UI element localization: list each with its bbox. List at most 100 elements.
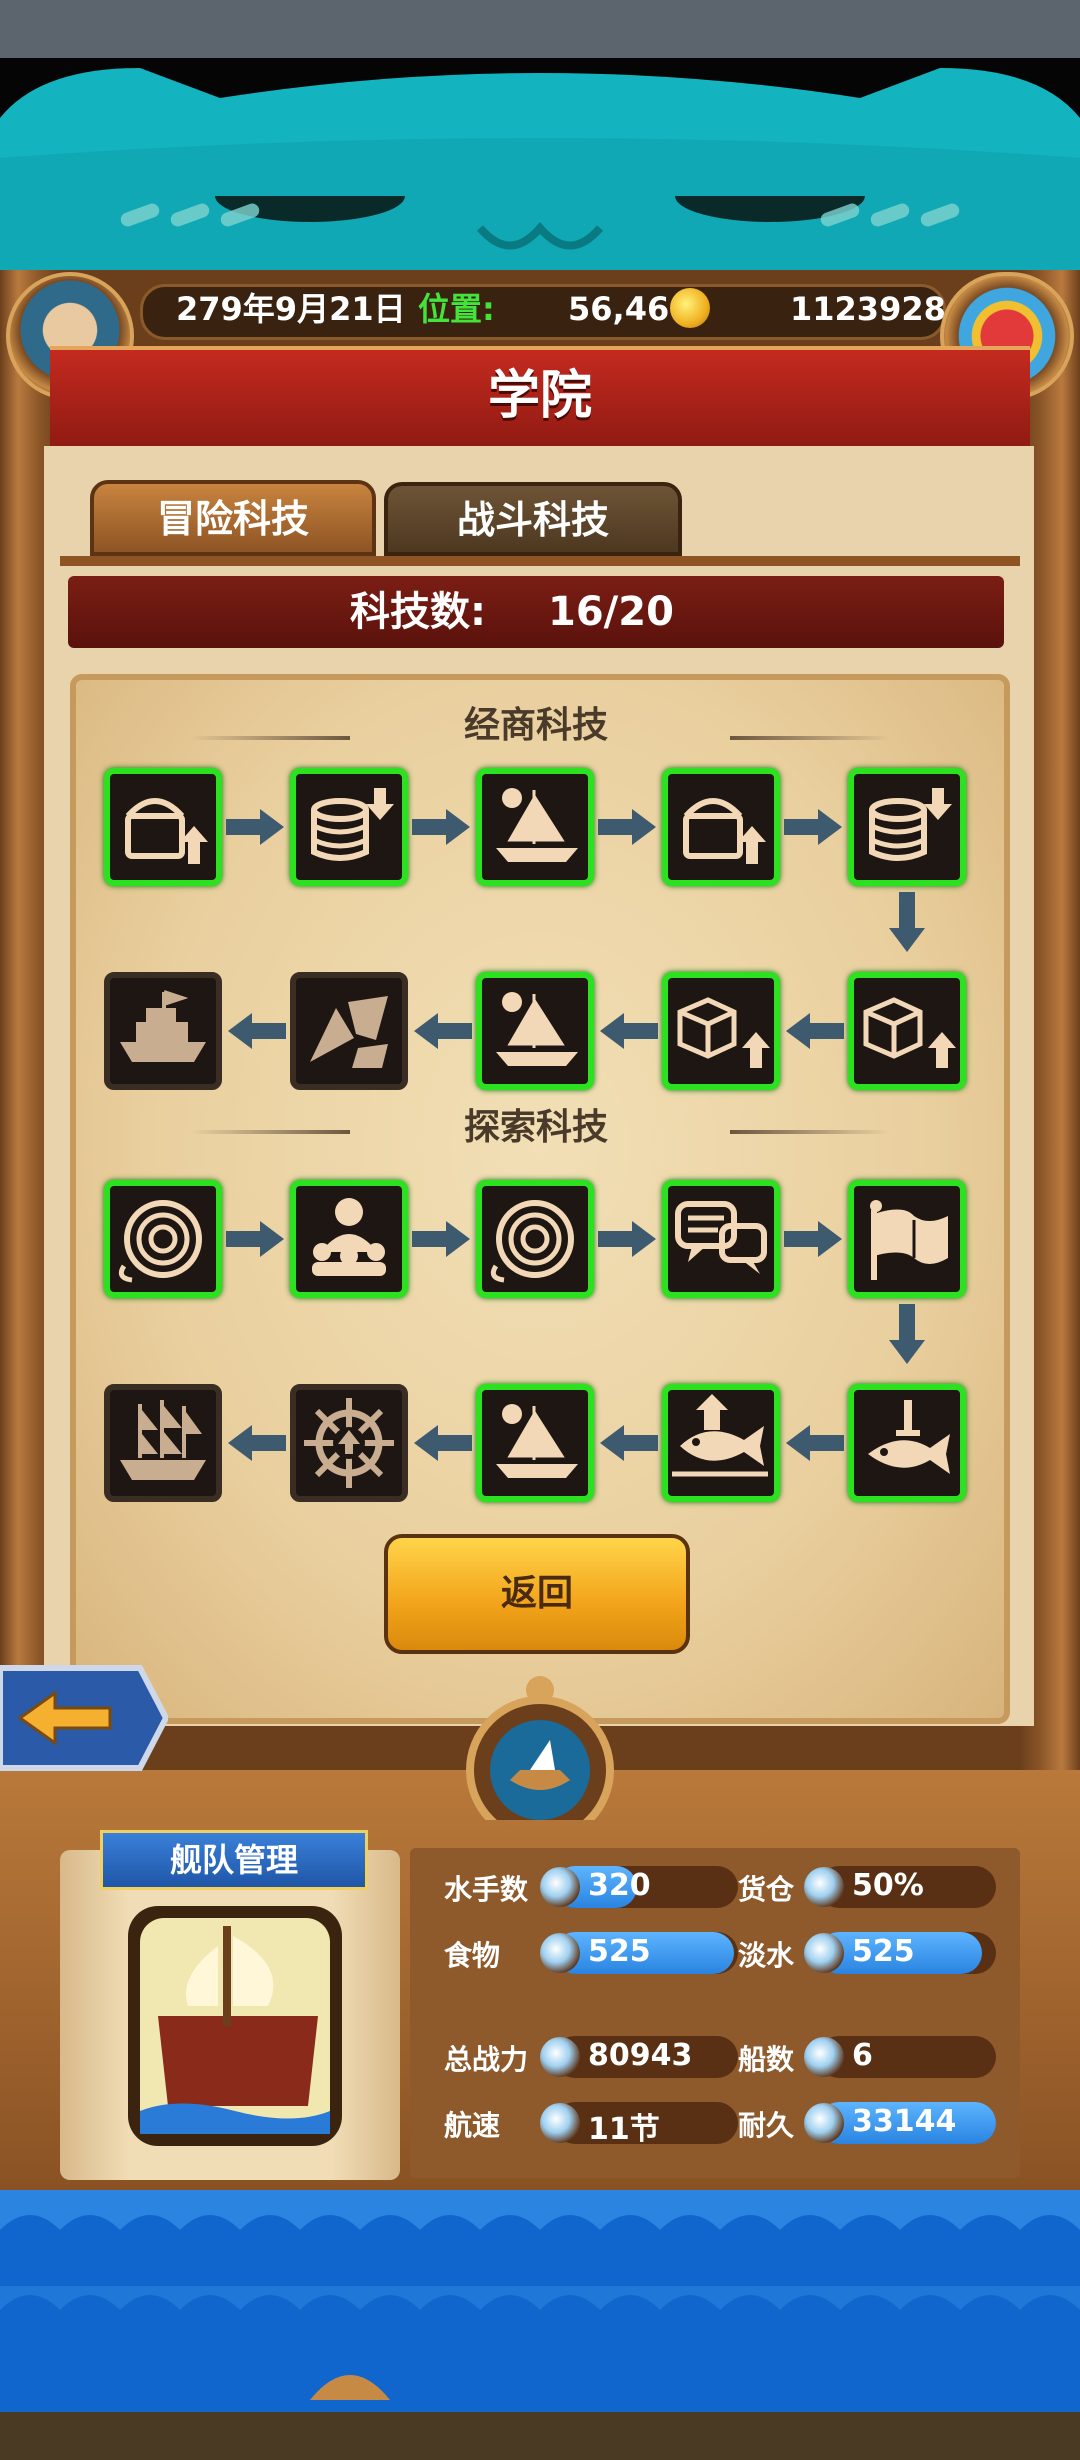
stat-label: 航速 xyxy=(444,2109,501,2142)
cargo-icon xyxy=(804,1867,844,1907)
tech-arrow-right-icon xyxy=(226,1221,284,1257)
tab-combat-tech[interactable]: 战斗科技 xyxy=(384,482,682,556)
tech-arrow-right-icon xyxy=(412,809,470,845)
divider-ornament xyxy=(730,1130,890,1134)
tech-node[interactable] xyxy=(662,768,780,886)
stat-label: 船数 xyxy=(738,2043,795,2076)
tech-arrow-down-icon xyxy=(889,892,925,952)
back-button[interactable]: 返回 xyxy=(384,1534,690,1654)
tech-node[interactable] xyxy=(662,1180,780,1298)
ship-cutaway-image[interactable] xyxy=(118,1896,352,2156)
cat-face-decoration xyxy=(0,58,1080,278)
sailing-ship-icon xyxy=(496,1404,578,1478)
skull-swords-icon xyxy=(540,2037,580,2077)
tech-node[interactable] xyxy=(848,1384,966,1502)
sailing-ship-icon xyxy=(496,992,578,1066)
tech-arrow-left-icon xyxy=(228,1425,286,1461)
tab-divider xyxy=(60,556,1020,566)
tech-node[interactable] xyxy=(290,1180,408,1298)
fish-up-icon xyxy=(672,1394,768,1477)
speech-bubbles-icon xyxy=(675,1201,767,1274)
fleet-management-title[interactable]: 舰队管理 xyxy=(100,1830,368,1890)
tech-node[interactable] xyxy=(290,1384,408,1502)
tech-node[interactable] xyxy=(104,1384,222,1502)
stat-label: 货仓 xyxy=(738,1873,795,1906)
position-label: 位置: xyxy=(418,290,495,328)
tech-arrow-left-icon xyxy=(414,1425,472,1461)
rope-coil-icon xyxy=(490,1200,574,1283)
tech-node[interactable] xyxy=(848,972,966,1090)
section-title-explore: 探索科技 xyxy=(463,1107,608,1148)
tech-node[interactable] xyxy=(848,768,966,886)
tech-count-label: 科技数: xyxy=(350,589,486,635)
divider-ornament xyxy=(730,736,890,740)
sea-background xyxy=(0,2190,1080,2412)
tech-node[interactable] xyxy=(662,1384,780,1502)
divider-ornament xyxy=(190,736,350,740)
rope-coil-icon xyxy=(118,1200,202,1283)
tech-arrow-left-icon xyxy=(600,1425,658,1461)
tech-node[interactable] xyxy=(476,768,594,886)
tech-arrow-right-icon xyxy=(598,809,656,845)
tech-node[interactable] xyxy=(662,972,780,1090)
stat-value: 33144 xyxy=(852,2104,957,2139)
tech-arrow-left-icon xyxy=(600,1013,658,1049)
crew-icon xyxy=(312,1198,386,1276)
meat-icon xyxy=(540,1933,580,1973)
tech-node[interactable] xyxy=(476,1384,594,1502)
stat-label: 耐久 xyxy=(738,2109,795,2142)
fish-sword-icon xyxy=(868,1400,950,1474)
treasure-chest-up-icon xyxy=(125,798,208,864)
tech-node[interactable] xyxy=(290,972,408,1090)
sailing-ship-icon xyxy=(496,788,578,862)
tab-adventure-tech[interactable]: 冒险科技 xyxy=(90,480,376,556)
stat-label: 总战力 xyxy=(444,2043,529,2076)
stat-bar xyxy=(818,2036,996,2078)
treasure-chest-up-icon xyxy=(683,798,766,864)
stat-label: 淡水 xyxy=(738,1939,795,1972)
tech-arrow-right-icon xyxy=(784,1221,842,1257)
crates-up-icon xyxy=(863,997,956,1068)
page-title: 学院 xyxy=(487,366,592,426)
stat-label: 食物 xyxy=(444,1939,501,1972)
coin-stack-down-icon xyxy=(311,788,394,861)
position-value: 56,46 xyxy=(568,290,670,328)
tech-arrow-right-icon xyxy=(784,809,842,845)
tech-node[interactable] xyxy=(104,768,222,886)
tech-arrow-left-icon xyxy=(786,1013,844,1049)
steam-ship-icon xyxy=(120,990,206,1062)
game-date: 279年9月21日 xyxy=(176,290,406,328)
crates-up-icon xyxy=(677,997,770,1068)
tech-count-value: 16/20 xyxy=(548,589,674,635)
tech-node[interactable] xyxy=(104,1180,222,1298)
tech-node[interactable] xyxy=(476,972,594,1090)
tech-node[interactable] xyxy=(104,972,222,1090)
stat-label: 水手数 xyxy=(444,1873,529,1906)
stat-value: 80943 xyxy=(588,2038,693,2073)
left-arrow-button[interactable] xyxy=(0,1658,170,1778)
tech-arrow-right-icon xyxy=(412,1221,470,1257)
tech-node[interactable] xyxy=(848,1180,966,1298)
galleon-icon xyxy=(120,1400,206,1480)
stat-value: 525 xyxy=(852,1934,915,1969)
tech-node[interactable] xyxy=(290,768,408,886)
water-jug-icon xyxy=(804,1933,844,1973)
boat-icon xyxy=(804,2037,844,2077)
stat-value: 11节 xyxy=(588,2112,660,2147)
coin-stack-down-icon xyxy=(869,788,952,861)
tech-node[interactable] xyxy=(476,1180,594,1298)
stat-value: 50% xyxy=(852,1868,924,1903)
ship-wheel-up-icon xyxy=(304,1398,394,1488)
tech-arrow-left-icon xyxy=(414,1013,472,1049)
tech-arrow-right-icon xyxy=(598,1221,656,1257)
section-title-trade: 经商科技 xyxy=(463,705,608,746)
sailor-icon xyxy=(540,1867,580,1907)
stat-value: 320 xyxy=(588,1868,651,1903)
divider-ornament xyxy=(190,1130,350,1134)
stat-value: 525 xyxy=(588,1934,651,1969)
broken-ship-icon xyxy=(310,996,388,1068)
speed-ship-icon xyxy=(540,2103,580,2143)
status-bar xyxy=(0,0,1080,58)
tech-arrow-left-icon xyxy=(228,1013,286,1049)
gold-amount: 1123928 xyxy=(790,290,946,328)
